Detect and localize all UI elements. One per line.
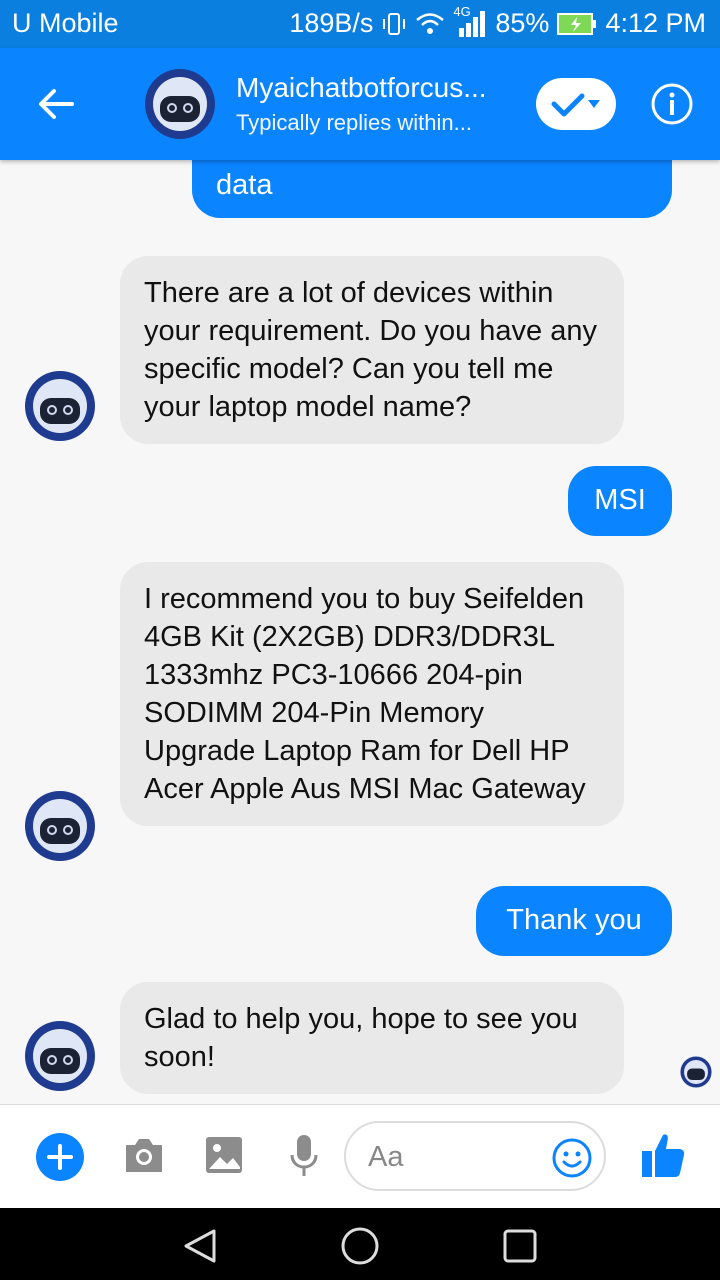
message-input[interactable]: Aa: [344, 1121, 606, 1191]
message-outgoing[interactable]: which is fast and can store more data: [192, 160, 672, 218]
nav-back-icon[interactable]: [182, 1228, 218, 1264]
nav-recents-icon[interactable]: [502, 1228, 538, 1264]
nav-home-icon[interactable]: [340, 1226, 380, 1266]
mic-icon[interactable]: [288, 1133, 320, 1179]
message-text: There are a lot of devices within your r…: [144, 277, 597, 423]
chat-subtitle: Typically replies within...: [236, 110, 472, 135]
plus-icon[interactable]: [36, 1133, 84, 1181]
emoji-icon[interactable]: [552, 1138, 592, 1178]
camera-icon[interactable]: [122, 1135, 166, 1175]
thumbs-up-icon[interactable]: [640, 1131, 686, 1179]
message-incoming[interactable]: There are a lot of devices within your r…: [120, 256, 624, 444]
message-text: MSI: [594, 484, 646, 516]
chat-title[interactable]: Myaichatbotforcus...: [236, 72, 526, 104]
message-input-placeholder: Aa: [368, 1141, 404, 1173]
network-speed: 189B/s: [289, 8, 374, 38]
check-dropdown-icon: [551, 93, 600, 117]
message-text: which is fast and can store more data: [216, 160, 632, 201]
message-outgoing[interactable]: MSI: [568, 466, 672, 536]
message-text: Thank you: [506, 904, 642, 936]
back-arrow-icon[interactable]: [32, 80, 80, 128]
bot-avatar: [25, 371, 95, 441]
bot-avatar: [25, 1021, 95, 1091]
composer-bar: Aa: [0, 1104, 720, 1209]
vibrate-icon: [383, 12, 406, 35]
message-text: Glad to help you, hope to see you soon!: [144, 1003, 578, 1073]
image-icon[interactable]: [204, 1135, 244, 1175]
chat-header: Myaichatbotforcus... Typically replies w…: [0, 48, 720, 160]
battery-percent: 85%: [495, 8, 550, 38]
battery-charging-icon: [557, 12, 597, 35]
message-text: I recommend you to buy Seifelden 4GB Kit…: [144, 583, 586, 805]
message-incoming[interactable]: I recommend you to buy Seifelden 4GB Kit…: [120, 562, 624, 826]
bot-avatar[interactable]: [144, 68, 216, 140]
status-icons: 189B/s 4G 85% 4:12 PM: [289, 4, 706, 39]
system-navigation-bar: [0, 1208, 720, 1280]
check-dropdown-button[interactable]: [536, 78, 616, 130]
seen-receipt-avatar: [680, 1056, 712, 1088]
carrier-label: U Mobile: [12, 8, 119, 38]
clock: 4:12 PM: [605, 8, 706, 38]
bot-avatar: [25, 791, 95, 861]
message-incoming[interactable]: Glad to help you, hope to see you soon!: [120, 982, 624, 1094]
info-icon[interactable]: [650, 82, 694, 126]
wifi-icon: [416, 12, 445, 34]
message-list[interactable]: which is fast and can store more data Th…: [0, 160, 720, 1104]
status-bar: U Mobile 189B/s 4G 85% 4:12 PM: [0, 0, 720, 48]
signal-icon: 4G: [453, 4, 487, 38]
message-outgoing[interactable]: Thank you: [476, 886, 672, 956]
